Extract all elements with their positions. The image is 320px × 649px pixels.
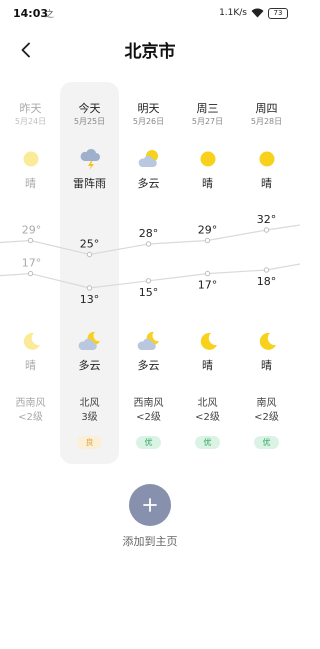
day-date: 5月24日: [14, 117, 47, 126]
low-temp-label: 17°: [198, 279, 218, 292]
sun-icon: [1, 148, 60, 170]
moon-icon: [237, 330, 296, 352]
day-condition: 雷阵雨: [73, 177, 106, 190]
wifi-icon: [251, 8, 264, 18]
day-condition: 多云: [137, 177, 160, 190]
night-condition: 多云: [137, 359, 160, 372]
status-bar: 14:03 之 1.1K/s 73: [0, 0, 300, 26]
moon-icon: [1, 330, 60, 352]
night-condition: 晴: [202, 359, 213, 372]
wind-direction: 北风: [197, 398, 218, 409]
low-temp-label: 15°: [139, 286, 159, 299]
low-temp-point: [204, 270, 211, 277]
aqi-badge: 优: [254, 436, 279, 449]
high-temp-label: 25°: [80, 238, 100, 251]
high-temp-point: [86, 251, 93, 258]
low-temp-point: [86, 285, 93, 291]
day-date: 5月26日: [132, 117, 165, 126]
low-temp-label: 17°: [22, 257, 42, 270]
high-temp-point: [145, 241, 152, 247]
plus-icon: [143, 498, 157, 512]
status-time: 14:03: [13, 7, 49, 20]
high-temp-label: 28°: [139, 227, 159, 240]
wind-level: <2级: [136, 412, 161, 423]
day-name: 周四: [255, 102, 278, 115]
add-to-home-button[interactable]: [129, 484, 171, 526]
wind-level: <2级: [195, 412, 220, 423]
battery-level: 73: [273, 8, 283, 17]
day-date: 5月27日: [191, 117, 224, 126]
day-condition: 晴: [25, 177, 36, 190]
night-condition: 晴: [261, 359, 272, 372]
wind-direction: 西南风: [15, 398, 46, 409]
temperature-chart: 29° 25° 28° 29° 32° 17° 13° 15° 17° 18°: [0, 213, 300, 306]
page-title: 北京市: [124, 42, 176, 62]
day-condition: 晴: [261, 177, 272, 190]
moon-cloud-icon: [60, 330, 119, 352]
low-temp-line: [0, 263, 300, 289]
aqi-badge: 优: [195, 436, 220, 449]
high-temp-point: [27, 237, 34, 244]
moon-cloud-icon: [119, 330, 178, 352]
low-temp-point: [27, 270, 34, 277]
low-temp-point: [145, 278, 152, 284]
aqi-badge: 良: [77, 436, 102, 449]
high-temp-point: [204, 237, 211, 244]
day-name: 周三: [196, 102, 219, 115]
sun-icon: [237, 148, 296, 170]
moon-icon: [178, 330, 237, 352]
low-temp-label: 18°: [257, 275, 277, 288]
low-temp-label: 13°: [80, 293, 100, 306]
day-date: 5月25日: [73, 117, 106, 126]
sun-cloud-icon: [119, 148, 178, 170]
thunderstorm-icon: [60, 148, 119, 170]
low-temp-point: [263, 267, 270, 273]
aqi-badge: 优: [136, 436, 161, 449]
add-to-home-label[interactable]: 添加到主页: [0, 533, 300, 549]
network-speed: 1.1K/s: [219, 8, 247, 18]
sun-icon: [178, 148, 237, 170]
wind-level: <2级: [254, 412, 279, 423]
status-right-group: 1.1K/s 73: [219, 6, 288, 20]
day-date: 5月28日: [250, 117, 283, 126]
wind-direction: 南风: [256, 398, 277, 409]
wind-level: <2级: [18, 412, 43, 423]
battery-icon: 73: [268, 7, 288, 19]
night-condition: 多云: [78, 359, 101, 372]
high-temp-label: 29°: [198, 224, 218, 237]
day-name: 昨天: [19, 102, 42, 115]
day-name: 今天: [78, 102, 101, 115]
day-condition: 晴: [202, 177, 213, 190]
wind-direction: 北风: [79, 398, 100, 409]
day-name: 明天: [137, 102, 160, 115]
high-temp-label: 32°: [257, 213, 277, 226]
wind-direction: 西南风: [133, 398, 164, 409]
status-notification-glyph: 之: [45, 10, 55, 20]
wind-level: 3级: [81, 412, 98, 423]
high-temp-label: 29°: [22, 224, 42, 237]
high-temp-point: [263, 227, 270, 233]
night-condition: 晴: [25, 359, 36, 372]
